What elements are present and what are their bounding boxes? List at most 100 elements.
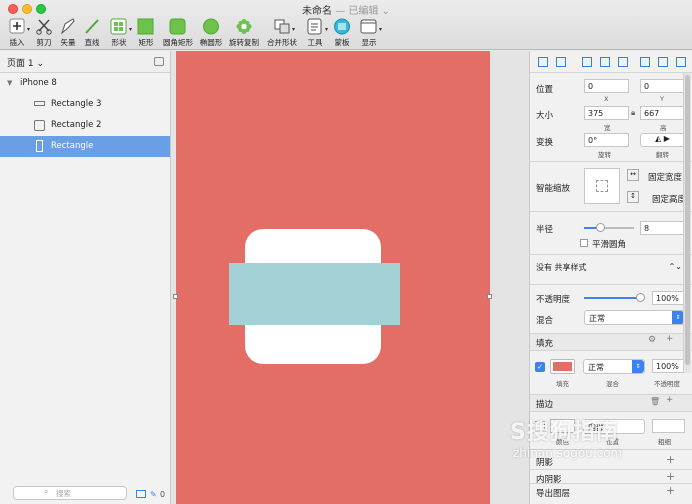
combine-shapes-tool[interactable]: ▾ 合并形状 — [265, 18, 299, 48]
resizing-widget[interactable] — [584, 168, 620, 204]
smooth-corners-checkbox[interactable] — [580, 239, 588, 247]
page-list-toggle-icon[interactable] — [154, 57, 164, 66]
align-middle-icon[interactable] — [658, 57, 668, 67]
combine-icon: ▾ — [272, 18, 295, 35]
fill-opacity-caption: 不透明度 — [654, 380, 680, 388]
blend-mode-value: 正常 — [589, 314, 605, 323]
artboard-layer[interactable]: ▼ iPhone 8 — [0, 73, 170, 94]
rectangle-tool[interactable]: 矩形 — [129, 18, 163, 48]
width-caption: 宽 — [604, 124, 611, 132]
align-left-icon[interactable] — [582, 57, 592, 67]
rounded-rectangle-tool[interactable]: 圆角矩形 — [161, 18, 195, 48]
layer-edit-icon[interactable]: ✎ — [150, 490, 157, 499]
lock-icon[interactable]: 🔒︎ — [631, 108, 635, 118]
sogou-watermark: S搜狗指南 — [510, 420, 619, 445]
view-menu[interactable]: ▾ 显示 — [352, 18, 386, 48]
add-shadow-button[interactable]: + — [666, 453, 675, 466]
opacity-field[interactable]: 100% — [652, 291, 685, 305]
layers-filter-icon[interactable] — [136, 490, 146, 498]
rectangle-icon — [136, 18, 156, 35]
layer-rectangle[interactable]: Rectangle — [0, 136, 170, 157]
distribute-vertical-icon[interactable] — [556, 57, 566, 67]
layer-search-input[interactable]: ⌕ 搜索 — [13, 486, 127, 500]
fix-width-toggle[interactable]: ↔ — [627, 169, 639, 181]
rotation-caption: 旋转 — [598, 151, 611, 159]
view-label: 显示 — [361, 38, 377, 47]
smooth-corners-label: 平滑圆角 — [592, 240, 627, 250]
fill-opacity-field[interactable]: 100% — [652, 359, 685, 373]
window-title: 未命名 — 已编辑 ⌄ — [0, 2, 692, 17]
align-right-icon[interactable] — [618, 57, 628, 67]
watermark-url: zhinan.sogou.com — [513, 446, 623, 460]
resize-handle-right[interactable] — [487, 294, 492, 299]
align-center-icon[interactable] — [600, 57, 610, 67]
layer-rectangle-2[interactable]: Rectangle 2 — [0, 115, 170, 136]
oval-tool[interactable]: 椭圆形 — [194, 18, 228, 48]
scrollbar-thumb[interactable] — [685, 75, 690, 365]
export-title: 导出图层 — [536, 489, 571, 499]
x-field[interactable]: 0 — [584, 79, 629, 93]
tools-icon: ▾ — [305, 18, 328, 35]
radius-slider-track[interactable] — [584, 223, 634, 232]
fill-enabled-checkbox[interactable]: ✓ — [535, 362, 545, 372]
width-field[interactable]: 375 — [584, 106, 629, 120]
add-export-button[interactable]: + — [666, 484, 675, 497]
fix-height-label: 固定高度 — [652, 195, 687, 205]
border-thickness-field[interactable] — [652, 419, 685, 433]
rounded-rectangle-icon — [168, 18, 188, 35]
resizing-box-icon — [596, 180, 608, 192]
line-icon — [82, 18, 102, 35]
rectangle-layer-icon — [34, 101, 45, 106]
shared-style-select[interactable]: 没有 共享样式 ⌃⌄ — [532, 260, 682, 275]
shared-style-value: 没有 共享样式 — [536, 263, 587, 272]
rotation-field[interactable]: 0° — [584, 133, 629, 147]
add-inner-shadow-button[interactable]: + — [666, 470, 675, 483]
height-caption: 高 — [660, 124, 667, 132]
align-top-icon[interactable] — [640, 57, 650, 67]
fix-height-toggle[interactable]: ↕ — [627, 191, 639, 203]
fill-color-swatch — [553, 362, 572, 371]
combine-label: 合并形状 — [267, 38, 297, 47]
fill-blend-value: 正常 — [588, 363, 604, 372]
canvas[interactable] — [171, 51, 529, 504]
fill-settings-gear-icon[interactable]: ⚙ — [648, 335, 656, 345]
trash-icon[interactable]: 🗑︎ — [650, 397, 660, 406]
height-field[interactable]: 667 — [640, 106, 685, 120]
search-icon: ⌕ — [44, 487, 49, 496]
page-name: 页面 1 ⌄ — [7, 59, 44, 69]
blend-mode-select[interactable]: 正常 ⇕ — [584, 310, 685, 325]
layers-panel: 页面 1 ⌄ ▼ iPhone 8 Rectangle 3 Rectangle … — [0, 51, 171, 504]
page-selector[interactable]: 页面 1 ⌄ — [0, 51, 170, 73]
rotate-copy-tool[interactable]: 旋转复制 — [227, 18, 261, 48]
radius-slider-knob[interactable] — [596, 223, 605, 232]
radius-field[interactable]: 8 — [640, 221, 685, 235]
document-name: 未命名 — [302, 6, 333, 17]
teal-rectangle[interactable] — [229, 263, 400, 325]
divider — [530, 161, 692, 162]
artboard-iphone-8[interactable] — [176, 51, 490, 504]
opacity-slider-knob[interactable] — [636, 293, 645, 302]
document-status: — 已编辑 ⌄ — [335, 6, 390, 17]
add-border-button[interactable]: + — [666, 395, 673, 405]
add-fill-button[interactable]: + — [666, 334, 673, 344]
resize-handle-left[interactable] — [173, 294, 178, 299]
layer-rectangle-3[interactable]: Rectangle 3 — [0, 94, 170, 115]
fill-caption: 填充 — [556, 380, 569, 388]
align-bottom-icon[interactable] — [676, 57, 686, 67]
inspector-scrollbar[interactable] — [683, 73, 691, 373]
oval-icon — [201, 18, 221, 35]
y-field[interactable]: 0 — [640, 79, 685, 93]
flip-buttons[interactable]: ◭ ▶ — [640, 133, 685, 147]
fill-blend-caption: 混合 — [606, 380, 619, 388]
fill-color-well[interactable] — [550, 359, 575, 374]
fill-blend-select[interactable]: 正常 ⇕ — [583, 359, 645, 374]
search-placeholder: 搜索 — [56, 489, 71, 498]
distribute-horizontal-icon[interactable] — [538, 57, 548, 67]
layer-name: Rectangle — [51, 141, 94, 151]
layer-name: Rectangle 3 — [51, 99, 102, 109]
opacity-slider[interactable] — [584, 293, 645, 302]
position-label: 位置 — [536, 85, 554, 95]
rotate-copy-label: 旋转复制 — [229, 38, 259, 47]
disclosure-triangle-icon[interactable]: ▼ — [7, 79, 12, 87]
divider — [530, 254, 692, 255]
